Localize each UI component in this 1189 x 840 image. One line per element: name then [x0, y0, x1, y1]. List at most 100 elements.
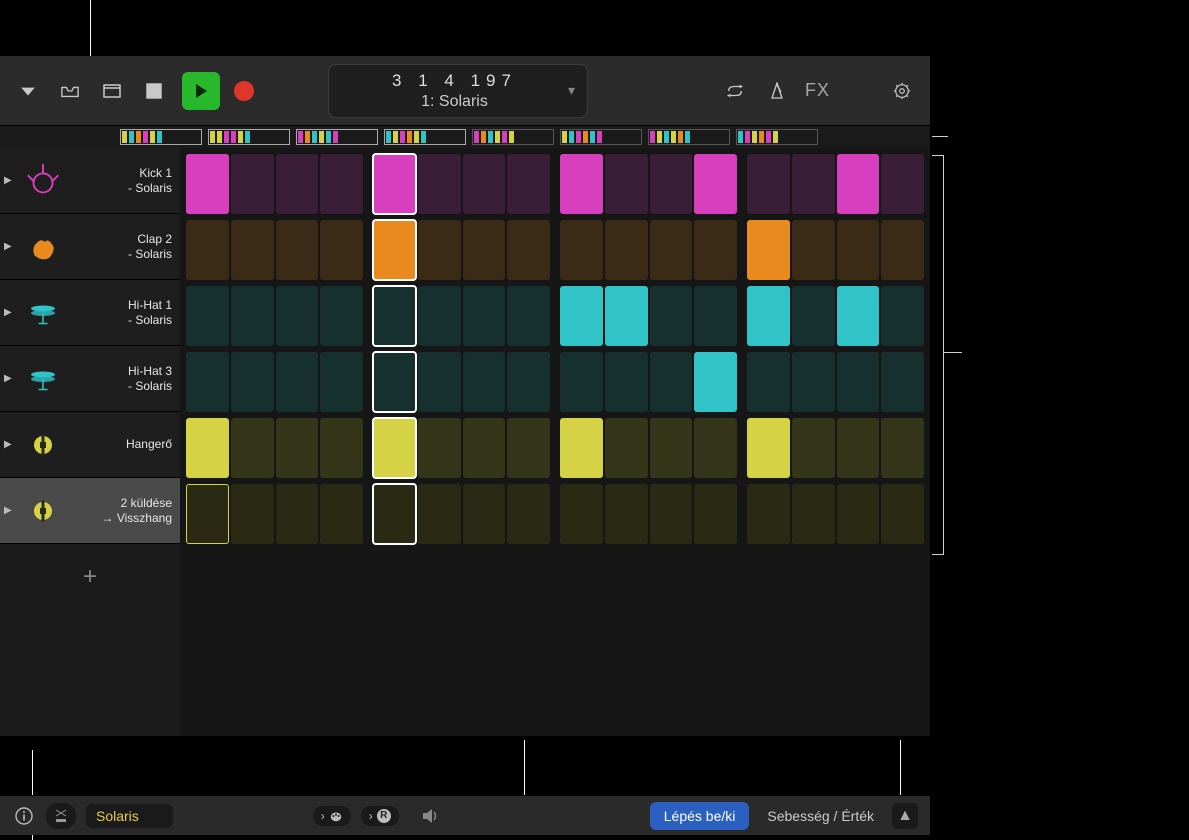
step-cell[interactable] — [507, 286, 550, 346]
step-cell[interactable] — [320, 418, 363, 478]
step-cell[interactable] — [373, 154, 416, 214]
step-cell[interactable] — [881, 154, 924, 214]
step-cell[interactable] — [650, 154, 693, 214]
track-play-icon[interactable]: ▶ — [4, 439, 14, 450]
track-header[interactable]: ▶ Kick 1- Solaris — [0, 148, 180, 214]
step-cell[interactable] — [276, 286, 319, 346]
step-cell[interactable] — [463, 154, 506, 214]
step-cell[interactable] — [320, 154, 363, 214]
step-cell[interactable] — [231, 286, 274, 346]
step-cell[interactable] — [792, 484, 835, 544]
step-cell[interactable] — [605, 352, 648, 412]
step-cell[interactable] — [881, 418, 924, 478]
step-cell[interactable] — [605, 154, 648, 214]
ruler-pattern[interactable] — [384, 129, 466, 145]
step-cell[interactable] — [373, 418, 416, 478]
step-cell[interactable] — [418, 220, 461, 280]
inbox-icon[interactable] — [56, 77, 84, 105]
lcd-display[interactable]: 3 1 4 197 1: Solaris ▾ — [328, 64, 588, 118]
step-cell[interactable] — [694, 484, 737, 544]
step-cell[interactable] — [186, 220, 229, 280]
chevron-down-icon[interactable]: ▾ — [568, 82, 575, 99]
step-cell[interactable] — [276, 154, 319, 214]
step-cell[interactable] — [276, 418, 319, 478]
close-x-icon[interactable] — [46, 803, 76, 829]
track-play-icon[interactable]: ▶ — [4, 307, 14, 318]
metronome-icon[interactable] — [763, 77, 791, 105]
stop-button[interactable] — [140, 77, 168, 105]
step-cell[interactable] — [694, 418, 737, 478]
step-cell[interactable] — [837, 220, 880, 280]
ruler-pattern[interactable] — [560, 129, 642, 145]
step-cell[interactable] — [418, 484, 461, 544]
step-cell[interactable] — [320, 286, 363, 346]
step-cell[interactable] — [507, 220, 550, 280]
step-toggle-button[interactable]: Lépés be/ki — [650, 802, 750, 830]
step-cell[interactable] — [837, 352, 880, 412]
step-cell[interactable] — [747, 484, 790, 544]
collapse-up-icon[interactable]: ▲ — [892, 803, 918, 829]
info-icon[interactable] — [12, 804, 36, 828]
step-cell[interactable] — [373, 286, 416, 346]
track-play-icon[interactable]: ▶ — [4, 175, 14, 186]
step-cell[interactable] — [650, 352, 693, 412]
step-cell[interactable] — [792, 220, 835, 280]
step-cell[interactable] — [507, 154, 550, 214]
step-cell[interactable] — [231, 220, 274, 280]
step-cell[interactable] — [792, 286, 835, 346]
loop-icon[interactable] — [721, 77, 749, 105]
ruler-pattern[interactable] — [648, 129, 730, 145]
step-cell[interactable] — [507, 418, 550, 478]
pattern-ruler[interactable] — [120, 126, 920, 148]
step-cell[interactable] — [792, 352, 835, 412]
step-cell[interactable] — [231, 418, 274, 478]
step-cell[interactable] — [694, 286, 737, 346]
step-cell[interactable] — [881, 220, 924, 280]
step-cell[interactable] — [747, 418, 790, 478]
ruler-pattern[interactable] — [736, 129, 818, 145]
step-cell[interactable] — [186, 154, 229, 214]
menu-dropdown-button[interactable] — [14, 77, 42, 105]
track-play-icon[interactable]: ▶ — [4, 505, 14, 516]
step-cell[interactable] — [747, 154, 790, 214]
step-cell[interactable] — [605, 484, 648, 544]
step-cell[interactable] — [231, 154, 274, 214]
step-cell[interactable] — [418, 352, 461, 412]
step-cell[interactable] — [463, 286, 506, 346]
settings-gear-icon[interactable] — [888, 77, 916, 105]
step-cell[interactable] — [560, 154, 603, 214]
step-cell[interactable] — [463, 220, 506, 280]
ruler-pattern[interactable] — [208, 129, 290, 145]
step-cell[interactable] — [560, 286, 603, 346]
step-cell[interactable] — [186, 352, 229, 412]
track-play-icon[interactable]: ▶ — [4, 373, 14, 384]
add-track-button[interactable]: + — [0, 544, 180, 610]
step-cell[interactable] — [837, 484, 880, 544]
step-cell[interactable] — [463, 352, 506, 412]
track-header[interactable]: ▶ Clap 2- Solaris — [0, 214, 180, 280]
step-cell[interactable] — [605, 220, 648, 280]
step-cell[interactable] — [881, 286, 924, 346]
ruler-pattern[interactable] — [296, 129, 378, 145]
step-cell[interactable] — [881, 352, 924, 412]
kit-name-field[interactable]: Solaris — [86, 804, 173, 828]
step-cell[interactable] — [276, 220, 319, 280]
step-cell[interactable] — [320, 352, 363, 412]
step-cell[interactable] — [837, 286, 880, 346]
step-cell[interactable] — [463, 418, 506, 478]
step-cell[interactable] — [560, 352, 603, 412]
step-cell[interactable] — [320, 220, 363, 280]
step-cell[interactable] — [418, 286, 461, 346]
step-cell[interactable] — [463, 484, 506, 544]
step-cell[interactable] — [694, 154, 737, 214]
window-icon[interactable] — [98, 77, 126, 105]
step-cell[interactable] — [837, 418, 880, 478]
step-cell[interactable] — [276, 352, 319, 412]
step-cell[interactable] — [186, 286, 229, 346]
step-cell[interactable] — [650, 286, 693, 346]
step-cell[interactable] — [231, 352, 274, 412]
step-cell[interactable] — [792, 418, 835, 478]
step-cell[interactable] — [747, 352, 790, 412]
step-cell[interactable] — [650, 418, 693, 478]
step-cell[interactable] — [507, 484, 550, 544]
